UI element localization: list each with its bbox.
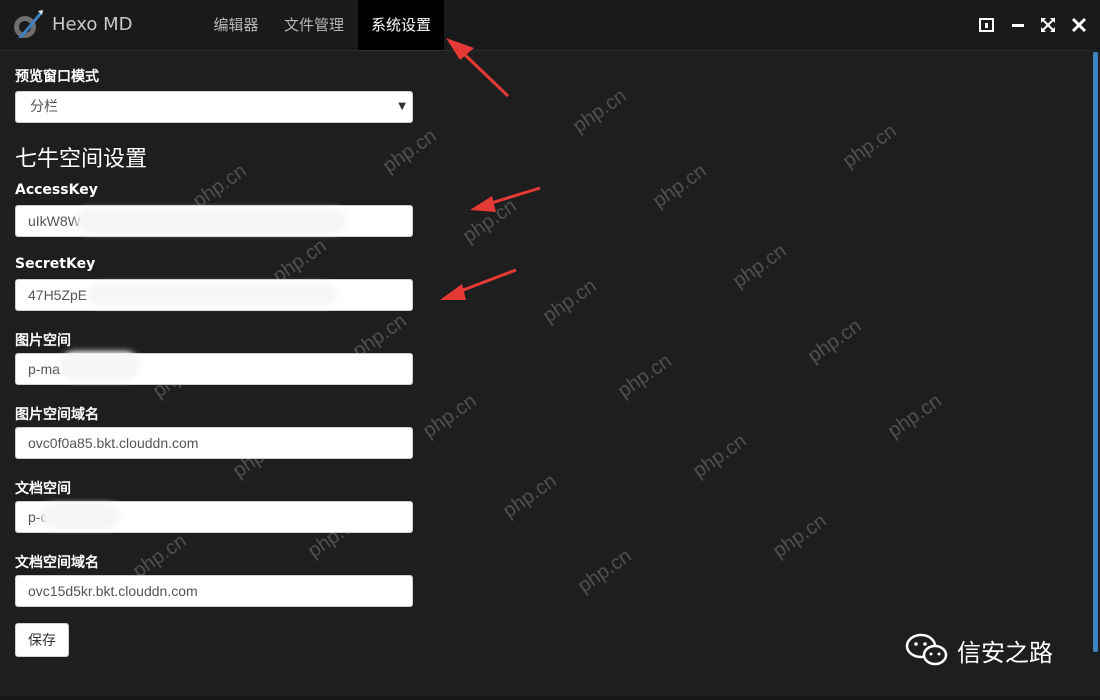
footer-brand-text: 信安之路 <box>957 638 1053 667</box>
tab-system-settings[interactable]: 系统设置 <box>358 0 444 50</box>
watermark: php.cn <box>418 389 481 443</box>
arrow-icon <box>440 268 517 300</box>
watermark: php.cn <box>838 119 901 173</box>
wechat-icon <box>905 633 948 666</box>
image-domain-input[interactable] <box>15 427 413 459</box>
dropdown-arrow-icon: ▼ <box>398 101 406 112</box>
redaction-mark <box>45 507 117 525</box>
watermark: php.cn <box>613 349 676 403</box>
expand-icon <box>1041 18 1055 32</box>
watermark: php.cn <box>573 544 636 598</box>
watermark: php.cn <box>498 469 561 523</box>
qiniu-section-title: 七牛空间设置 <box>15 147 148 172</box>
watermark: php.cn <box>538 274 601 328</box>
watermark: php.cn <box>648 159 711 213</box>
pin-icon <box>979 18 994 32</box>
title-bar: Hexo MD 编辑器 文件管理 系统设置 <box>0 0 1100 51</box>
maximize-button[interactable] <box>1038 15 1058 35</box>
secret-key-label: SecretKey <box>15 256 96 272</box>
watermark: php.cn <box>883 389 946 443</box>
redaction-mark <box>64 355 136 377</box>
scrollbar-thumb[interactable] <box>1093 52 1098 652</box>
tab-editor[interactable]: 编辑器 <box>200 0 272 50</box>
close-icon <box>1071 17 1087 33</box>
redaction-mark <box>92 287 332 303</box>
preview-mode-selected-value: 分栏 <box>30 99 58 115</box>
doc-domain-input[interactable] <box>15 575 413 607</box>
minimize-icon <box>1012 24 1024 27</box>
save-button[interactable]: 保存 <box>15 623 69 657</box>
pin-window-button[interactable] <box>977 15 997 35</box>
close-button[interactable] <box>1069 15 1089 35</box>
access-key-label: AccessKey <box>15 182 98 198</box>
watermark: php.cn <box>378 124 441 178</box>
watermark: php.cn <box>458 194 521 248</box>
doc-domain-label: 文档空间域名 <box>15 555 99 571</box>
preview-mode-select[interactable]: 分栏 ▼ <box>15 91 413 123</box>
preview-mode-label: 预览窗口模式 <box>15 69 99 85</box>
redaction-mark <box>80 212 342 230</box>
watermark: php.cn <box>768 509 831 563</box>
footer-brand: 信安之路 <box>905 630 1053 670</box>
image-bucket-label: 图片空间 <box>15 333 71 349</box>
minimize-button[interactable] <box>1008 15 1028 35</box>
watermark: php.cn <box>688 429 751 483</box>
watermark: php.cn <box>728 239 791 293</box>
doc-bucket-label: 文档空间 <box>15 481 71 497</box>
app-logo-icon <box>14 10 43 38</box>
watermark: php.cn <box>568 84 631 138</box>
watermark: php.cn <box>803 314 866 368</box>
app-title: Hexo MD <box>52 14 133 35</box>
tab-file-manager[interactable]: 文件管理 <box>274 0 354 50</box>
bottom-strip <box>0 696 1100 700</box>
image-domain-label: 图片空间域名 <box>15 407 99 423</box>
vertical-scrollbar[interactable] <box>1090 50 1100 700</box>
